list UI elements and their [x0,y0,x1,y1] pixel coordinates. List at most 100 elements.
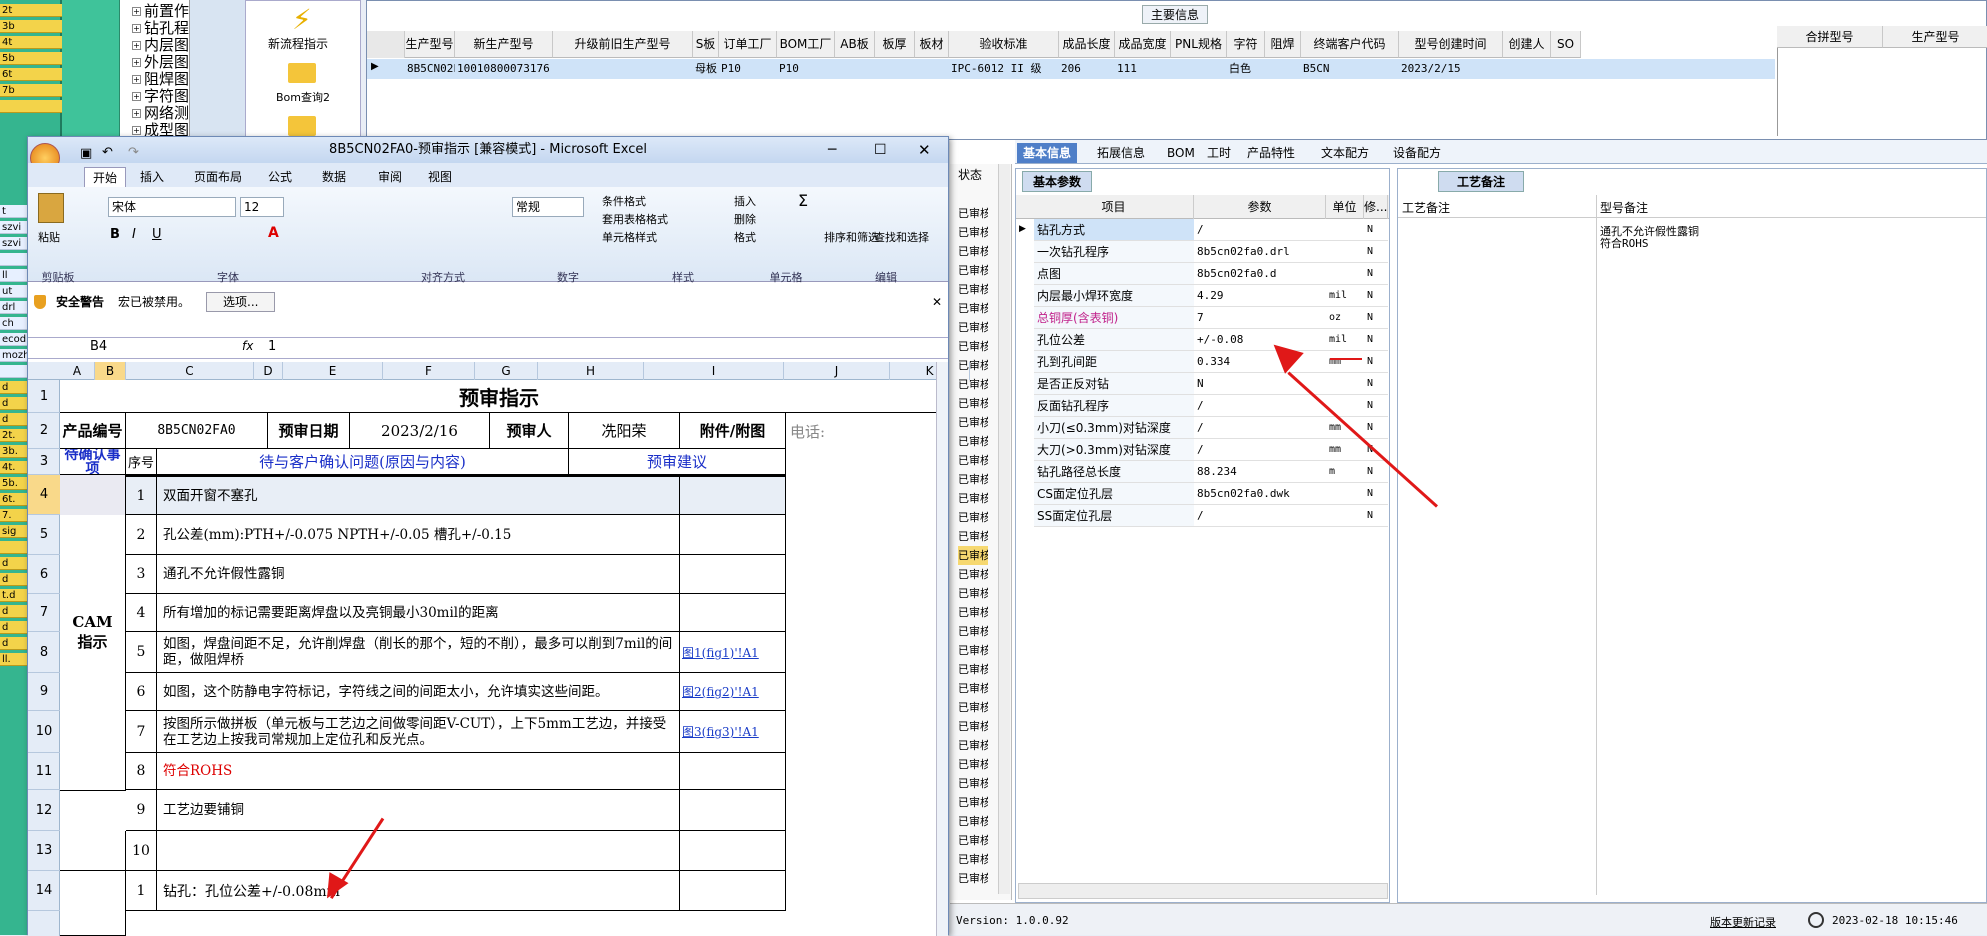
status-item[interactable]: 已审核 [958,812,988,831]
grid-column-header[interactable]: PNL规格 [1171,31,1227,58]
grid-column-header[interactable]: 型号创建时间 [1399,31,1503,58]
param-header[interactable]: 修... [1364,195,1388,219]
row-header[interactable]: 2 [28,413,60,449]
param-header[interactable]: 参数 [1194,195,1326,219]
param-item[interactable]: 大刀(>0.3mm)对钻深度 [1034,439,1194,461]
expand-icon[interactable]: + [132,109,141,118]
param-item[interactable]: 孔位公差 [1034,329,1194,351]
param-item[interactable]: 点图 [1034,263,1194,285]
column-header[interactable]: J [784,362,890,380]
conditional-format-button[interactable]: 条件格式 [602,193,646,209]
status-item[interactable]: 已审核 [958,584,988,603]
status-item[interactable]: 已审核 [958,489,988,508]
product-no[interactable]: 8B5CN02FA0 [126,413,268,449]
param-flag[interactable]: N [1364,263,1388,285]
confirm-label[interactable]: 待确认事项 [60,449,126,475]
item-number[interactable]: 9 [126,790,157,831]
column-header[interactable]: I [644,362,784,380]
param-unit[interactable]: mil [1326,329,1364,351]
status-item[interactable]: 已审核 [958,413,988,432]
font-color-button[interactable]: A [268,225,279,241]
column-header[interactable]: F [383,362,475,380]
param-unit[interactable] [1326,241,1364,263]
vertical-scrollbar[interactable] [936,362,948,936]
item-text[interactable]: 如图，这个防静电字符标记，字符线之间的间距太小，允许填实这些间距。 [157,673,680,711]
empty-cell[interactable] [680,475,786,515]
grid-cell[interactable] [1171,59,1227,79]
grid-column-header[interactable]: 成品长度 [1059,31,1115,58]
product-no-label[interactable]: 产品编号 [60,413,126,449]
reviewer-value[interactable]: 冼阳荣 [569,413,680,449]
param-value[interactable]: / [1194,417,1326,439]
grid-cell[interactable]: 白色 [1227,59,1265,79]
status-item[interactable]: 已审核 [958,793,988,812]
grid-column-header[interactable]: 板材 [915,31,949,58]
expand-icon[interactable]: + [132,75,141,84]
param-value[interactable]: 88.234 [1194,461,1326,483]
item-number[interactable]: 4 [126,594,157,632]
find-select-button[interactable]: 查找和选择 [874,229,929,245]
function-icon[interactable]: fx [242,339,253,353]
empty-cell[interactable] [680,753,786,790]
grid-column-header[interactable]: 终端客户代码 [1301,31,1399,58]
grid-cell[interactable] [875,59,915,79]
status-item[interactable]: 已审核 [958,660,988,679]
empty-cell[interactable] [60,871,126,936]
grid-column-header[interactable]: BOM工厂 [777,31,835,58]
status-item[interactable]: 已审核 [958,337,988,356]
column-header[interactable]: G [475,362,538,380]
grid-cell[interactable] [1551,59,1581,79]
param-item[interactable]: 小刀(≤0.3mm)对钻深度 [1034,417,1194,439]
row-header[interactable]: 12 [28,790,60,831]
item-text[interactable]: 工艺边要铺铜 [157,790,680,831]
bom-query-button[interactable]: Bom查询2 [276,89,330,105]
font-select[interactable]: 宋体 [108,197,236,217]
param-flag[interactable]: N [1364,219,1388,241]
param-value[interactable]: N [1194,373,1326,395]
grid-column-header[interactable]: 新生产型号 [455,31,553,58]
param-unit[interactable] [1326,483,1364,505]
grid-column-header[interactable]: 生产型号 [405,31,455,58]
param-item[interactable]: 一次钻孔程序 [1034,241,1194,263]
paste-icon[interactable] [38,193,64,223]
param-item[interactable]: 钻孔路径总长度 [1034,461,1194,483]
scrollbar[interactable] [998,164,1010,894]
ribbon-tab-6[interactable]: 审阅 [378,167,402,187]
param-unit[interactable] [1326,505,1364,527]
grid-column-header[interactable]: 板厚 [875,31,915,58]
tree-item[interactable]: + 字符图 [132,87,189,105]
param-flag[interactable]: N [1364,395,1388,417]
column-header[interactable]: H [538,362,644,380]
tab-6[interactable]: 文本配方 [1315,143,1375,163]
item-text[interactable] [157,831,680,871]
param-flag[interactable]: N [1364,483,1388,505]
column-header[interactable]: E [283,362,383,380]
param-unit[interactable] [1326,373,1364,395]
item-text[interactable]: 符合ROHS [157,753,680,790]
param-value[interactable]: 7 [1194,307,1326,329]
tab-7[interactable]: 设备配方 [1387,143,1447,163]
grid-cell[interactable] [915,59,949,79]
param-value[interactable]: 8b5cn02fa0.d [1194,263,1326,285]
grid-cell[interactable]: P10 [719,59,777,79]
empty-cell[interactable] [680,449,786,475]
table-format-button[interactable]: 套用表格格式 [602,211,668,227]
issue-label[interactable]: 待与客户确认问题(原因与内容) [157,449,569,475]
date-label[interactable]: 预审日期 [268,413,350,449]
item-number[interactable]: 2 [126,515,157,555]
grid-column-header[interactable]: 验收标准 [949,31,1059,58]
item-number[interactable]: 1 [126,475,157,515]
attachment-link[interactable]: 图3(fig3)'!A1 [680,711,786,753]
grid-column-header[interactable]: SO [1551,31,1581,58]
grid-cell[interactable]: B5CN [1301,59,1399,79]
sheet-title[interactable]: 预审指示 [60,380,938,413]
row-header[interactable]: 8 [28,632,60,673]
param-value[interactable]: / [1194,439,1326,461]
empty-cell[interactable] [680,594,786,632]
merge-column-header[interactable]: 生产型号 [1883,26,1987,48]
item-number[interactable]: 6 [126,673,157,711]
param-header[interactable]: 单位 [1326,195,1364,219]
param-unit[interactable]: mm [1326,439,1364,461]
grid-column-header[interactable]: 升级前旧生产型号 [553,31,693,58]
item-text[interactable]: 所有增加的标记需要距离焊盘以及亮铜最小30mil的距离 [157,594,680,632]
